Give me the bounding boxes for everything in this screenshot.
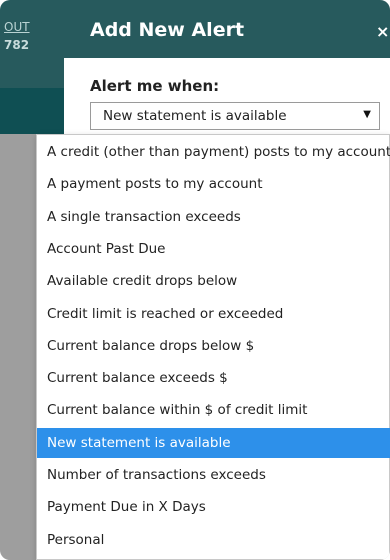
dropdown-option[interactable]: Available credit drops below xyxy=(37,266,390,296)
dropdown-option[interactable]: Current balance drops below $ xyxy=(37,331,390,361)
alert-condition-label: Alert me when: xyxy=(90,77,220,95)
background-link[interactable]: OUT xyxy=(4,20,30,34)
dropdown-option[interactable]: Current balance exceeds $ xyxy=(37,363,390,393)
select-current-value: New statement is available xyxy=(103,108,287,124)
modal-title: Add New Alert xyxy=(90,19,245,41)
alert-condition-select[interactable]: New statement is available ▼ xyxy=(90,102,380,130)
dropdown-option[interactable]: Number of transactions exceeds xyxy=(37,460,390,490)
dropdown-option[interactable]: A single transaction exceeds xyxy=(37,202,390,232)
dropdown-option[interactable]: A credit (other than payment) posts to m… xyxy=(37,137,390,167)
dropdown-option[interactable]: A payment posts to my account xyxy=(37,169,390,199)
alert-condition-dropdown-list: A credit (other than payment) posts to m… xyxy=(36,134,390,560)
close-icon[interactable]: × xyxy=(376,22,389,41)
chevron-down-icon: ▼ xyxy=(363,109,371,120)
window-frame: OUT 782 Add New Alert × Alert me when: N… xyxy=(0,0,390,560)
dropdown-option[interactable]: Payment Due in X Days xyxy=(37,492,390,522)
background-account-digits: 782 xyxy=(4,38,30,52)
modal-body: Alert me when: New statement is availabl… xyxy=(64,58,390,138)
dropdown-option[interactable]: Current balance within $ of credit limit xyxy=(37,395,390,425)
dropdown-option[interactable]: Credit limit is reached or exceeded xyxy=(37,299,390,329)
dropdown-option[interactable]: Personal xyxy=(37,525,390,555)
dropdown-option[interactable]: Account Past Due xyxy=(37,234,390,264)
dropdown-option[interactable]: New statement is available xyxy=(37,427,390,458)
